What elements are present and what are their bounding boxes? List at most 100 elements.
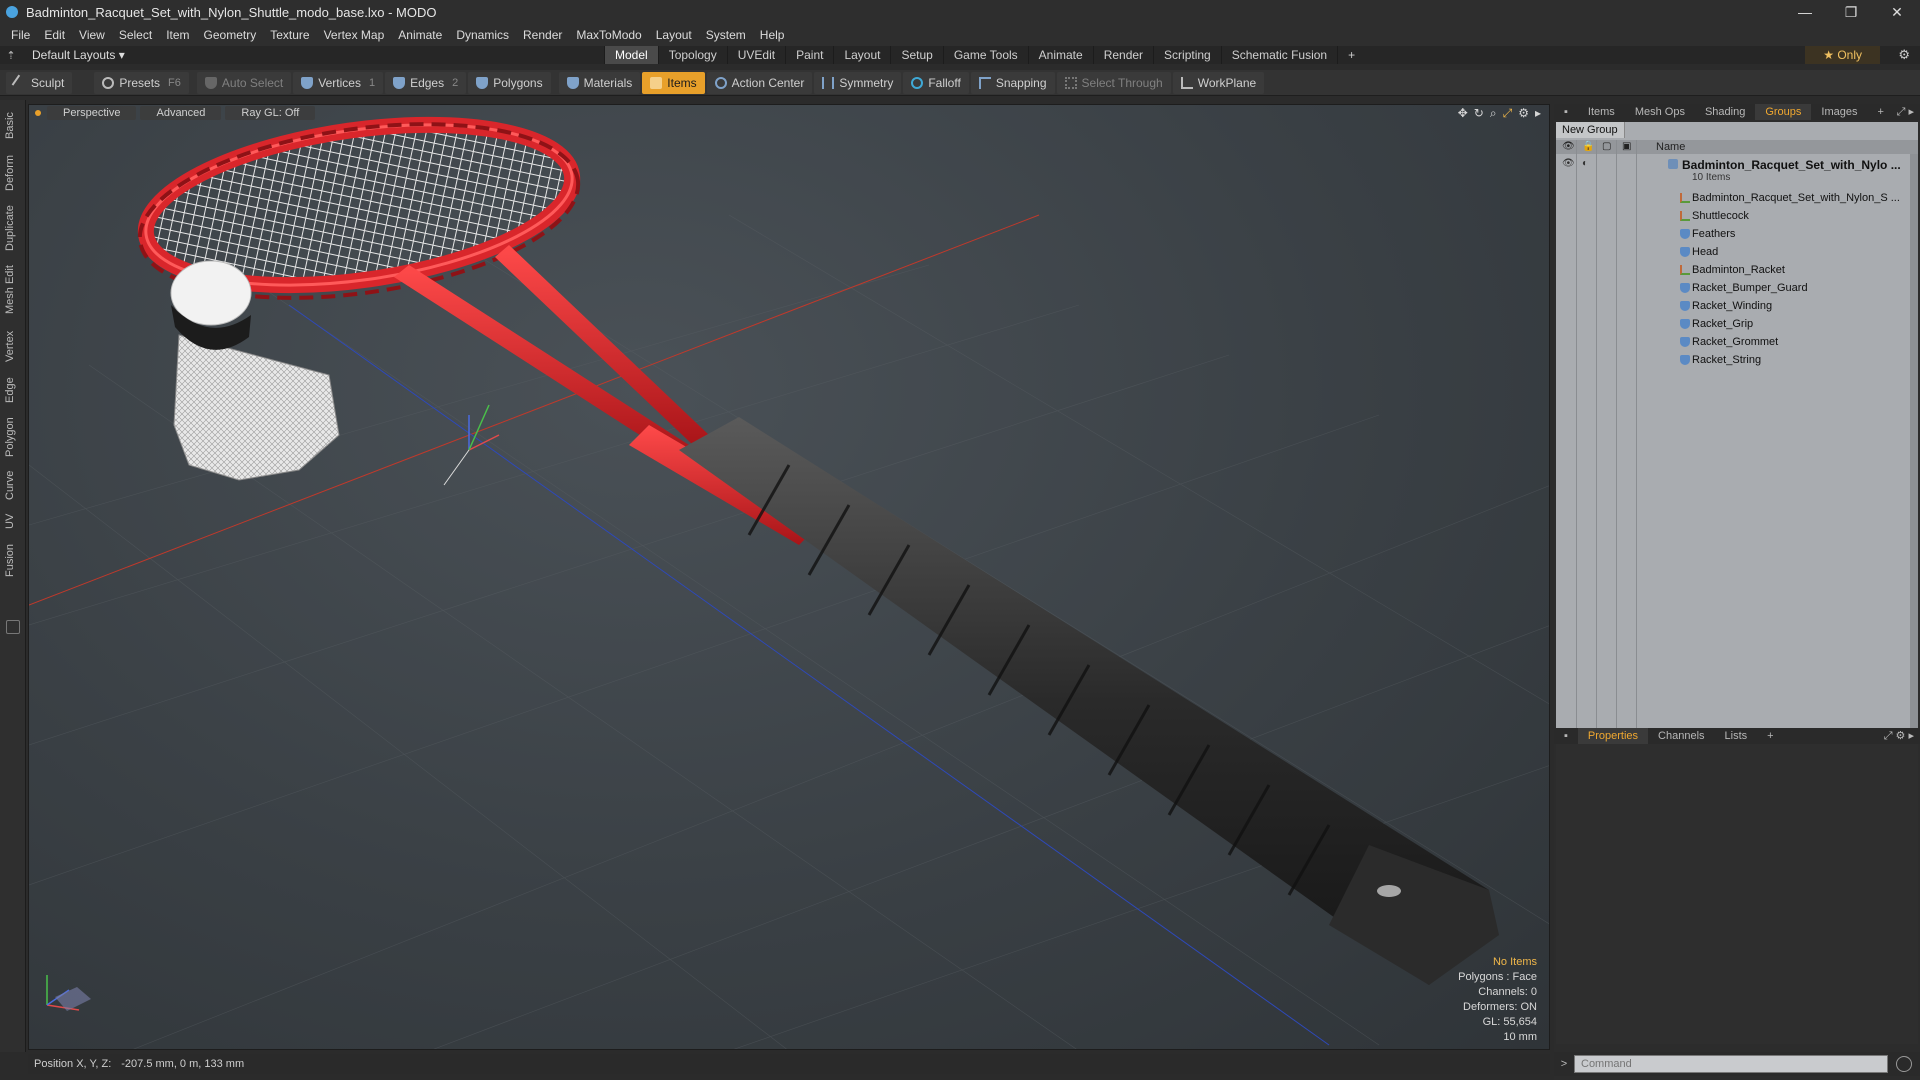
panel-expand-icon[interactable]: ⤢ ⚙ ▸ [1884,729,1914,743]
menu-select[interactable]: Select [112,28,159,42]
tool-tab-polygon[interactable]: Polygon [4,412,22,462]
menu-geometry[interactable]: Geometry [197,28,264,42]
record-macro-icon[interactable] [1896,1056,1912,1072]
gear-icon[interactable]: ⚙ [1898,46,1910,64]
tab-items[interactable]: Items [1578,104,1625,120]
minimize-icon[interactable]: — [1782,0,1828,24]
tab-properties[interactable]: Properties [1577,728,1649,744]
list-item[interactable]: Badminton_Racquet_Set_with_Nylon_S ... [1556,190,1918,208]
visibility-column-icon[interactable]: 👁 [1562,141,1575,152]
tab-shading[interactable]: Shading [1695,104,1755,120]
items-button[interactable]: Items [642,71,705,94]
list-item[interactable]: Racket_Winding [1556,298,1918,316]
polygons-button[interactable]: Polygons [468,71,551,94]
tab-images[interactable]: Images [1811,104,1867,120]
tool-tab-edge[interactable]: Edge [4,372,22,408]
list-item[interactable]: Head [1556,244,1918,262]
sculpt-button[interactable]: Sculpt [6,71,73,94]
name-column-header[interactable]: Name [1656,140,1685,154]
menu-dynamics[interactable]: Dynamics [449,28,516,42]
viewport-settings-icon[interactable]: ⚙ [1518,106,1529,121]
list-item[interactable]: Racket_Grip [1556,316,1918,334]
3d-viewport[interactable]: Perspective Advanced Ray GL: Off ✥ ↻ ⌕ ⤢… [28,104,1550,1050]
menu-edit[interactable]: Edit [37,28,72,42]
vertices-button[interactable]: Vertices 1 [293,71,384,94]
tab-schematic-fusion[interactable]: Schematic Fusion [1220,46,1337,64]
symmetry-button[interactable]: Symmetry [814,71,902,94]
tab-animate[interactable]: Animate [1027,46,1093,64]
tab-render[interactable]: Render [1092,46,1153,64]
group-root-row[interactable]: 👁 ◐ Badminton_Racquet_Set_with_Nylo ... … [1556,156,1918,184]
list-item[interactable]: Racket_String [1556,352,1918,370]
auto-select-button[interactable]: Auto Select [196,71,292,94]
materials-button[interactable]: Materials [558,71,641,94]
tab-game-tools[interactable]: Game Tools [942,46,1028,64]
tool-tab-mesh-edit[interactable]: Mesh Edit [4,260,22,320]
close-icon[interactable]: ✕ [1874,0,1920,24]
only-toggle[interactable]: ★ Only [1805,46,1880,64]
tab-groups[interactable]: Groups [1755,104,1812,120]
add-panel-tab-button[interactable]: + [1867,104,1893,120]
select-column-icon[interactable]: ▢ [1602,141,1611,152]
default-layouts-dropdown[interactable]: Default Layouts ▾ [22,48,135,62]
panel-expand-icon[interactable]: ⤢ ▸ [1897,105,1914,119]
falloff-button[interactable]: Falloff [903,71,969,94]
panel-menu-icon[interactable]: ▪ [1554,104,1578,120]
rotate-icon[interactable]: ↻ [1474,106,1484,121]
tab-lists[interactable]: Lists [1715,728,1758,744]
tab-paint[interactable]: Paint [785,46,833,64]
add-panel-tab-button[interactable]: + [1757,728,1783,744]
view-mode-button[interactable]: Perspective [47,106,137,120]
menu-help[interactable]: Help [753,28,792,42]
layout-toggle-icon[interactable]: ⇡ [0,49,22,62]
list-item[interactable]: Racket_Grommet [1556,334,1918,352]
action-center-button[interactable]: Action Center [706,71,813,94]
zoom-icon[interactable]: ⌕ [1490,106,1497,121]
command-history-icon[interactable]: > [1554,1058,1574,1070]
menu-render[interactable]: Render [516,28,569,42]
tool-tab-uv[interactable]: UV [4,508,22,534]
menu-maxtomodo[interactable]: MaxToModo [569,28,648,42]
command-input[interactable] [1574,1055,1888,1073]
shading-mode-button[interactable]: Advanced [140,106,222,120]
panel-menu-icon[interactable]: ▪ [1554,728,1578,744]
tool-tab-basic[interactable]: Basic [4,106,22,146]
tab-setup[interactable]: Setup [890,46,942,64]
pan-icon[interactable]: ✥ [1458,106,1468,121]
select-through-button[interactable]: Select Through [1056,71,1171,94]
menu-file[interactable]: File [4,28,37,42]
lock-column-icon[interactable]: 🔒 [1582,141,1594,152]
visibility-eye-icon[interactable]: 👁 [1562,158,1575,169]
tab-topology[interactable]: Topology [657,46,727,64]
maximize-viewport-icon[interactable]: ⤢ [1503,106,1513,121]
tool-tab-duplicate[interactable]: Duplicate [4,200,22,256]
menu-animate[interactable]: Animate [391,28,449,42]
menu-system[interactable]: System [699,28,753,42]
tab-scripting[interactable]: Scripting [1153,46,1221,64]
menu-texture[interactable]: Texture [263,28,316,42]
tool-tab-vertex[interactable]: Vertex [4,324,22,368]
list-item[interactable]: Shuttlecock [1556,208,1918,226]
tool-tab-curve[interactable]: Curve [4,466,22,504]
maximize-icon[interactable]: ❐ [1828,0,1874,24]
add-tab-button[interactable]: + [1337,46,1365,64]
tool-tab-deform[interactable]: Deform [4,150,22,196]
snapping-button[interactable]: Snapping [970,71,1055,94]
menu-item[interactable]: Item [159,28,196,42]
tab-mesh-ops[interactable]: Mesh Ops [1625,104,1695,120]
menu-view[interactable]: View [72,28,112,42]
presets-button[interactable]: Presets F6 [94,71,189,94]
viewport-expand-icon[interactable]: ▸ [1535,106,1541,121]
tab-model[interactable]: Model [604,46,658,64]
tab-layout[interactable]: Layout [833,46,890,64]
tool-tab-fusion[interactable]: Fusion [4,538,22,582]
panel-toggle-icon[interactable] [6,620,20,634]
workplane-button[interactable]: WorkPlane [1172,71,1265,94]
list-item[interactable]: Badminton_Racket [1556,262,1918,280]
render-column-icon[interactable]: ▣ [1622,141,1631,152]
tab-uvedit[interactable]: UVEdit [726,46,785,64]
tab-channels[interactable]: Channels [1648,728,1714,744]
new-group-button[interactable]: New Group [1556,122,1625,138]
viewport-menu-icon[interactable] [35,110,41,116]
groups-scrollbar[interactable] [1910,154,1918,728]
